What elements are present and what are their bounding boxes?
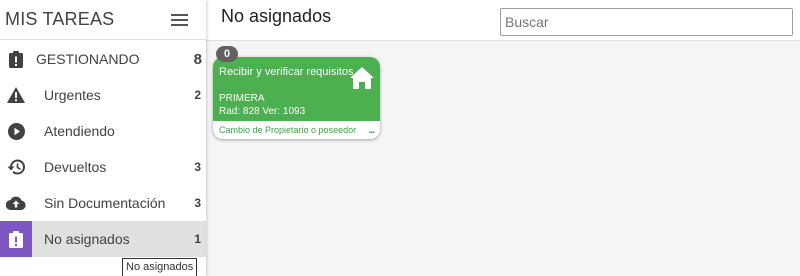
clipboard-alert-icon xyxy=(0,41,32,77)
sidebar-item-devueltos[interactable]: Devueltos 3 xyxy=(0,149,206,185)
sidebar-item-sin-documentacion[interactable]: Sin Documentación 3 xyxy=(0,185,206,221)
sidebar-header: MIS TAREAS xyxy=(0,0,206,40)
sidebar-item-label: Urgentes xyxy=(44,87,101,103)
task-card-header: Recibir y verificar requisitos PRIMERA R… xyxy=(213,57,380,121)
task-card-badge: 0 xyxy=(216,46,238,62)
sidebar-item-count: 3 xyxy=(194,196,201,210)
sidebar-title: MIS TAREAS xyxy=(5,9,115,29)
assignment-late-icon xyxy=(0,221,32,257)
cloud-upload-icon xyxy=(0,185,32,221)
more-icon[interactable]: ... xyxy=(369,125,375,136)
sidebar-item-count: 2 xyxy=(194,88,201,102)
task-card-rad: Rad: 828 Ver: 1093 xyxy=(219,106,306,117)
sidebar-item-urgentes[interactable]: Urgentes 2 xyxy=(0,77,206,113)
page-title: No asignados xyxy=(221,6,332,26)
warning-icon xyxy=(0,77,32,113)
task-card-footer: Cambio de Propietario o poseedor ... xyxy=(213,121,380,139)
sidebar-group-label: GESTIONANDO xyxy=(36,51,140,67)
tooltip: No asignados xyxy=(122,258,198,276)
history-icon xyxy=(0,149,32,185)
sidebar-item-label: Sin Documentación xyxy=(44,195,166,211)
home-icon xyxy=(349,66,375,90)
sidebar-item-count: 3 xyxy=(194,160,201,174)
sidebar-item-label: No asignados xyxy=(44,231,130,247)
sidebar-group-gestionando[interactable]: GESTIONANDO 8 xyxy=(0,41,206,77)
task-card-footer-text: Cambio de Propietario o poseedor xyxy=(219,125,357,135)
main-content: No asignados Recibir y verificar requisi… xyxy=(206,0,800,276)
task-card-subtitle: PRIMERA xyxy=(219,93,265,104)
play-circle-icon xyxy=(0,113,32,149)
sidebar-item-no-asignados[interactable]: No asignados 1 xyxy=(0,221,206,257)
menu-icon[interactable] xyxy=(171,13,188,26)
sidebar-item-count: 1 xyxy=(194,232,201,246)
sidebar-group-count: 8 xyxy=(193,50,202,68)
sidebar-item-label: Atendiendo xyxy=(44,123,115,139)
sidebar-item-label: Devueltos xyxy=(44,159,107,175)
sidebar-item-atendiendo[interactable]: Atendiendo xyxy=(0,113,206,149)
top-bar: No asignados xyxy=(206,0,800,41)
search-input[interactable] xyxy=(500,8,793,36)
sidebar: MIS TAREAS GESTIONANDO 8 Urgentes 2 Aten… xyxy=(0,0,206,276)
task-card[interactable]: Recibir y verificar requisitos PRIMERA R… xyxy=(213,57,380,139)
